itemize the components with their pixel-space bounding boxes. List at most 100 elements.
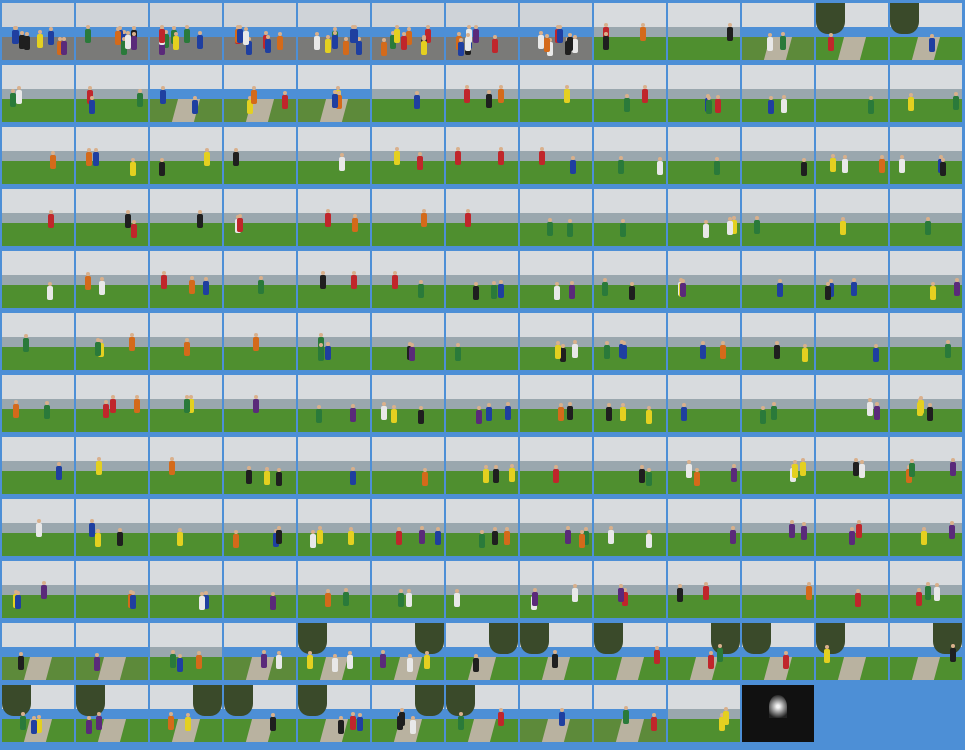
photo-thumbnail[interactable] [372, 561, 444, 618]
photo-thumbnail[interactable] [742, 561, 814, 618]
photo-thumbnail[interactable] [224, 313, 296, 370]
photo-thumbnail[interactable] [150, 499, 222, 556]
photo-thumbnail[interactable] [2, 499, 74, 556]
photo-thumbnail[interactable] [298, 499, 370, 556]
photo-thumbnail[interactable] [890, 313, 962, 370]
photo-thumbnail[interactable] [372, 189, 444, 246]
photo-thumbnail[interactable] [668, 623, 740, 680]
photo-thumbnail[interactable] [742, 127, 814, 184]
photo-thumbnail[interactable] [298, 437, 370, 494]
photo-thumbnail[interactable] [224, 189, 296, 246]
photo-thumbnail[interactable] [298, 375, 370, 432]
photo-thumbnail[interactable] [2, 127, 74, 184]
photo-thumbnail[interactable] [742, 685, 814, 742]
photo-thumbnail[interactable] [520, 251, 592, 308]
photo-thumbnail[interactable] [520, 437, 592, 494]
photo-thumbnail[interactable] [224, 685, 296, 742]
photo-thumbnail[interactable] [2, 375, 74, 432]
photo-thumbnail[interactable] [520, 3, 592, 60]
photo-thumbnail[interactable] [76, 313, 148, 370]
photo-thumbnail[interactable] [298, 561, 370, 618]
photo-thumbnail[interactable] [446, 561, 518, 618]
photo-thumbnail[interactable] [2, 3, 74, 60]
photo-thumbnail[interactable] [742, 251, 814, 308]
photo-thumbnail[interactable] [742, 623, 814, 680]
photo-thumbnail[interactable] [742, 3, 814, 60]
photo-thumbnail[interactable] [816, 251, 888, 308]
photo-thumbnail[interactable] [224, 375, 296, 432]
photo-thumbnail[interactable] [446, 3, 518, 60]
photo-thumbnail[interactable] [2, 623, 74, 680]
photo-thumbnail[interactable] [224, 127, 296, 184]
photo-thumbnail[interactable] [594, 375, 666, 432]
photo-thumbnail[interactable] [668, 3, 740, 60]
photo-thumbnail[interactable] [742, 189, 814, 246]
photo-thumbnail[interactable] [298, 251, 370, 308]
photo-thumbnail[interactable] [594, 561, 666, 618]
photo-thumbnail[interactable] [520, 499, 592, 556]
photo-thumbnail[interactable] [2, 189, 74, 246]
photo-thumbnail[interactable] [520, 623, 592, 680]
photo-thumbnail[interactable] [446, 313, 518, 370]
photo-thumbnail[interactable] [742, 65, 814, 122]
photo-thumbnail[interactable] [668, 685, 740, 742]
photo-thumbnail[interactable] [372, 623, 444, 680]
photo-thumbnail[interactable] [76, 561, 148, 618]
photo-thumbnail[interactable] [372, 251, 444, 308]
photo-thumbnail[interactable] [372, 499, 444, 556]
photo-thumbnail[interactable] [594, 685, 666, 742]
photo-thumbnail[interactable] [594, 65, 666, 122]
photo-thumbnail[interactable] [520, 127, 592, 184]
photo-thumbnail[interactable] [446, 437, 518, 494]
photo-thumbnail[interactable] [150, 189, 222, 246]
photo-thumbnail[interactable] [298, 313, 370, 370]
photo-thumbnail[interactable] [224, 65, 296, 122]
photo-thumbnail[interactable] [594, 3, 666, 60]
photo-thumbnail[interactable] [224, 499, 296, 556]
photo-thumbnail[interactable] [594, 189, 666, 246]
photo-thumbnail[interactable] [520, 561, 592, 618]
photo-thumbnail[interactable] [150, 65, 222, 122]
photo-thumbnail[interactable] [298, 65, 370, 122]
photo-thumbnail[interactable] [668, 313, 740, 370]
photo-thumbnail[interactable] [446, 375, 518, 432]
photo-thumbnail[interactable] [816, 313, 888, 370]
photo-thumbnail[interactable] [76, 251, 148, 308]
photo-thumbnail[interactable] [2, 561, 74, 618]
photo-thumbnail[interactable] [372, 65, 444, 122]
photo-thumbnail[interactable] [890, 189, 962, 246]
photo-thumbnail[interactable] [816, 437, 888, 494]
photo-thumbnail[interactable] [594, 313, 666, 370]
photo-thumbnail[interactable] [298, 623, 370, 680]
photo-thumbnail[interactable] [2, 437, 74, 494]
photo-thumbnail[interactable] [742, 313, 814, 370]
photo-thumbnail[interactable] [520, 189, 592, 246]
photo-thumbnail[interactable] [150, 127, 222, 184]
photo-thumbnail[interactable] [150, 561, 222, 618]
photo-thumbnail[interactable] [520, 313, 592, 370]
photo-thumbnail[interactable] [372, 685, 444, 742]
photo-thumbnail[interactable] [668, 65, 740, 122]
photo-thumbnail[interactable] [150, 3, 222, 60]
photo-thumbnail[interactable] [520, 685, 592, 742]
photo-thumbnail[interactable] [742, 499, 814, 556]
photo-thumbnail[interactable] [76, 499, 148, 556]
photo-thumbnail[interactable] [446, 251, 518, 308]
photo-thumbnail[interactable] [742, 375, 814, 432]
photo-thumbnail[interactable] [668, 251, 740, 308]
photo-thumbnail[interactable] [668, 189, 740, 246]
photo-thumbnail[interactable] [668, 127, 740, 184]
photo-thumbnail[interactable] [890, 561, 962, 618]
photo-thumbnail[interactable] [372, 3, 444, 60]
photo-thumbnail[interactable] [76, 375, 148, 432]
photo-thumbnail[interactable] [668, 499, 740, 556]
photo-thumbnail[interactable] [890, 251, 962, 308]
photo-thumbnail[interactable] [76, 65, 148, 122]
photo-thumbnail[interactable] [446, 685, 518, 742]
photo-thumbnail[interactable] [224, 623, 296, 680]
photo-thumbnail[interactable] [890, 437, 962, 494]
photo-thumbnail[interactable] [594, 127, 666, 184]
photo-thumbnail[interactable] [890, 65, 962, 122]
photo-thumbnail[interactable] [668, 437, 740, 494]
photo-thumbnail[interactable] [76, 3, 148, 60]
